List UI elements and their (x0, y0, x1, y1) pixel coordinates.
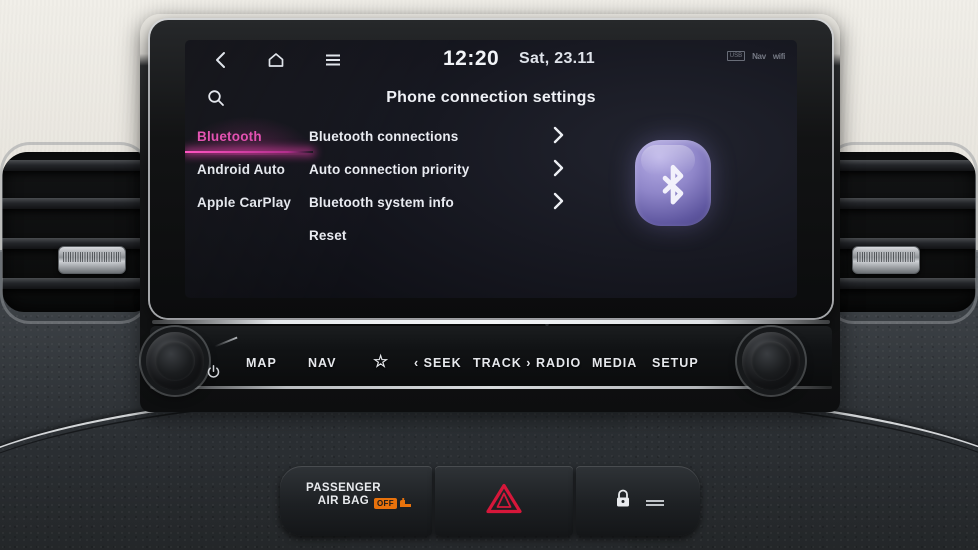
screen-status-bar: 12:20 Sat, 23.11 USB Nav wifi (185, 40, 797, 80)
chevron-right-icon (553, 159, 564, 182)
home-icon[interactable] (265, 50, 287, 70)
status-date: Sat, 23.11 (519, 50, 595, 67)
tab-android-auto-label: Android Auto (197, 162, 286, 177)
menu-item-label: Bluetooth system info (309, 195, 454, 210)
air-vent-right-adjuster[interactable] (852, 246, 920, 274)
hazard-triangle-icon (486, 483, 522, 520)
center-console-control-panel: PASSENGER AIR BAG OFF (280, 466, 700, 536)
menu-item-auto-connection-priority[interactable]: Auto connection priority (309, 153, 797, 186)
power-icon (207, 365, 220, 381)
menu-item-label: Auto connection priority (309, 162, 470, 177)
tab-apple-carplay[interactable]: Apple CarPlay (185, 186, 309, 219)
hw-button-setup[interactable]: SETUP (652, 356, 699, 370)
air-vent-left[interactable] (2, 152, 148, 312)
back-chevron-icon[interactable] (210, 50, 230, 70)
screen-title-bar: Phone connection settings (185, 80, 797, 118)
hw-button-nav[interactable]: NAV (308, 356, 336, 370)
airbag-line-2: AIR BAG (317, 495, 370, 507)
car-dashboard-scene: 12:20 Sat, 23.11 USB Nav wifi Phone conn… (0, 0, 978, 550)
tab-bluetooth[interactable]: Bluetooth (185, 116, 317, 155)
hazard-light-button[interactable] (435, 466, 573, 536)
menu-item-bluetooth-connections[interactable]: Bluetooth connections (309, 120, 797, 153)
hw-button-track[interactable]: TRACK › (473, 356, 531, 370)
favorite-star-icon[interactable]: ☆ (373, 352, 389, 372)
hw-button-map[interactable]: MAP (246, 356, 277, 370)
infotainment-screen[interactable]: 12:20 Sat, 23.11 USB Nav wifi Phone conn… (185, 40, 797, 298)
passenger-airbag-indicator: PASSENGER AIR BAG OFF (280, 466, 432, 536)
tune-knob[interactable] (742, 332, 800, 390)
central-door-lock-button[interactable] (576, 466, 700, 536)
passenger-airbag-label: PASSENGER AIR BAG (306, 482, 381, 508)
menu-item-label: Reset (309, 228, 347, 243)
chevron-right-icon (553, 126, 564, 149)
hw-button-seek[interactable]: ‹ SEEK (414, 356, 462, 370)
wifi-icon: wifi (772, 51, 785, 61)
status-indicator-group: USB Nav wifi (726, 51, 785, 61)
air-vent-right[interactable] (826, 152, 976, 312)
airbag-seat-icon (399, 498, 411, 507)
settings-menu-list: Bluetooth connections Auto connection pr… (309, 120, 797, 252)
air-vent-left-adjuster[interactable] (58, 246, 126, 274)
airbag-off-indicator: OFF (374, 498, 413, 509)
tab-bluetooth-label: Bluetooth (197, 129, 262, 144)
chevron-right-icon (553, 192, 564, 215)
hw-button-radio[interactable]: RADIO (536, 356, 581, 370)
menu-item-label: Bluetooth connections (309, 129, 459, 144)
airbag-line-1: PASSENGER (306, 482, 381, 494)
tab-apple-carplay-label: Apple CarPlay (197, 195, 292, 210)
chrome-strip-upper (152, 320, 830, 324)
lock-indicator-lines (646, 500, 664, 502)
status-clock: 12:20 (443, 47, 500, 70)
hw-button-media[interactable]: MEDIA (592, 356, 637, 370)
settings-tab-list: Bluetooth Android Auto Apple CarPlay (185, 116, 317, 219)
usb-icon: USB (726, 51, 746, 61)
menu-item-bluetooth-system-info[interactable]: Bluetooth system info (309, 186, 797, 219)
door-lock-icon (614, 489, 632, 514)
chrome-strip-lower (150, 386, 832, 389)
bluetooth-icon (635, 140, 711, 226)
hamburger-menu-icon[interactable] (323, 50, 343, 70)
menu-item-reset[interactable]: Reset (309, 219, 797, 252)
airbag-off-label: OFF (374, 498, 397, 509)
nav-icon: Nav (752, 51, 766, 61)
volume-power-knob[interactable] (146, 332, 204, 390)
tab-android-auto[interactable]: Android Auto (185, 153, 309, 186)
page-title: Phone connection settings (386, 89, 596, 106)
